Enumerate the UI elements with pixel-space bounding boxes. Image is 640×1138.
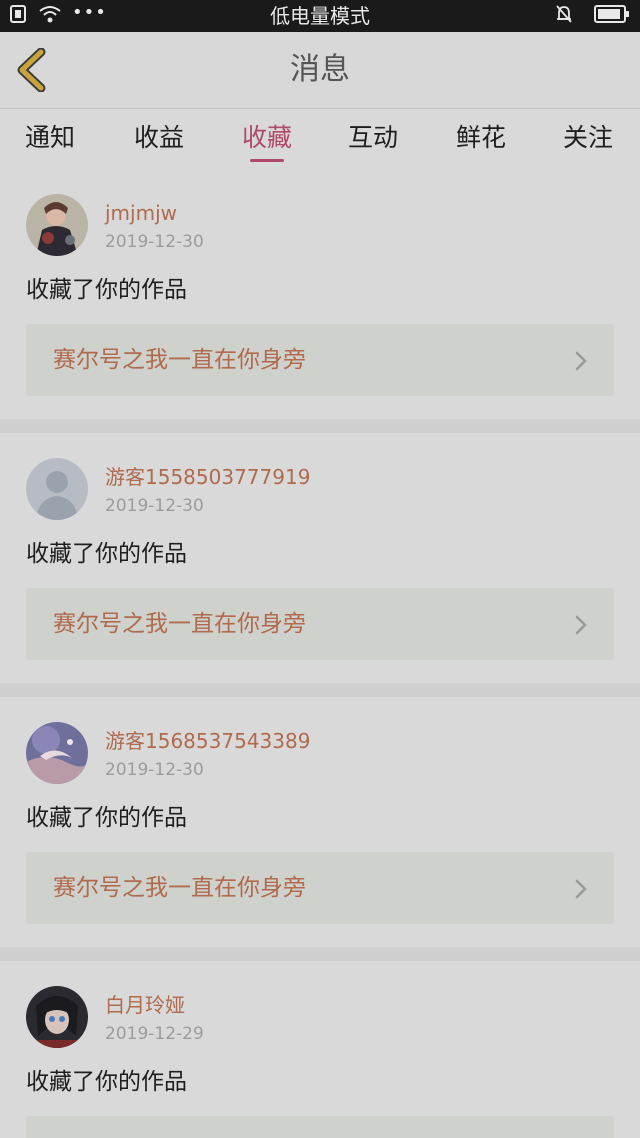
- nav-bar: 消息: [0, 32, 640, 109]
- divider: [0, 947, 640, 961]
- action-text: 收藏了你的作品: [26, 1069, 187, 1095]
- message-item: 白月玲娅 2019-12-29 收藏了你的作品: [0, 961, 640, 1138]
- avatar[interactable]: [26, 458, 88, 520]
- tab-flowers[interactable]: 鲜花: [441, 121, 521, 155]
- divider: [0, 419, 640, 433]
- chevron-right-icon: [575, 615, 587, 635]
- avatar[interactable]: [26, 194, 88, 256]
- tab-earnings[interactable]: 收益: [119, 121, 199, 155]
- tab-favorites[interactable]: 收藏: [227, 121, 307, 155]
- work-title: 赛尔号之我一直在你身旁: [53, 611, 306, 637]
- username[interactable]: 游客1568537543389: [105, 728, 310, 754]
- status-bar: ••• 低电量模式: [0, 0, 640, 32]
- message-date: 2019-12-29: [105, 1024, 204, 1044]
- message-date: 2019-12-30: [105, 496, 204, 516]
- page-title: 消息: [290, 52, 350, 87]
- message-item: 游客1568537543389 2019-12-30 收藏了你的作品 赛尔号之我…: [0, 697, 640, 947]
- avatar[interactable]: [26, 722, 88, 784]
- active-tab-indicator: [250, 159, 284, 162]
- status-right: [554, 4, 630, 28]
- message-date: 2019-12-30: [105, 232, 204, 252]
- battery-icon: [594, 5, 630, 27]
- username[interactable]: jmjmjw: [105, 200, 177, 226]
- username[interactable]: 游客1558503777919: [105, 464, 310, 490]
- work-link[interactable]: 赛尔号之我一直在你身旁: [26, 588, 614, 660]
- bell-muted-icon: [554, 4, 574, 28]
- avatar[interactable]: [26, 986, 88, 1048]
- divider: [0, 683, 640, 697]
- tab-bar: 通知 收益 收藏 互动 鲜花 关注: [0, 109, 640, 169]
- chevron-right-icon: [575, 351, 587, 371]
- action-text: 收藏了你的作品: [26, 805, 187, 831]
- tab-follow[interactable]: 关注: [548, 121, 628, 155]
- username[interactable]: 白月玲娅: [105, 992, 185, 1018]
- message-item: 游客1558503777919 2019-12-30 收藏了你的作品 赛尔号之我…: [0, 433, 640, 683]
- work-title: 赛尔号之我一直在你身旁: [53, 875, 306, 901]
- tab-interaction[interactable]: 互动: [333, 121, 413, 155]
- tab-notify[interactable]: 通知: [10, 121, 90, 155]
- message-item: jmjmjw 2019-12-30 收藏了你的作品 赛尔号之我一直在你身旁: [0, 169, 640, 419]
- work-link[interactable]: 赛尔号之我一直在你身旁: [26, 324, 614, 396]
- work-link[interactable]: [26, 1116, 614, 1138]
- message-date: 2019-12-30: [105, 760, 204, 780]
- action-text: 收藏了你的作品: [26, 277, 187, 303]
- work-link[interactable]: 赛尔号之我一直在你身旁: [26, 852, 614, 924]
- chevron-right-icon: [575, 879, 587, 899]
- work-title: 赛尔号之我一直在你身旁: [53, 347, 306, 373]
- status-title: 低电量模式: [270, 4, 370, 28]
- action-text: 收藏了你的作品: [26, 541, 187, 567]
